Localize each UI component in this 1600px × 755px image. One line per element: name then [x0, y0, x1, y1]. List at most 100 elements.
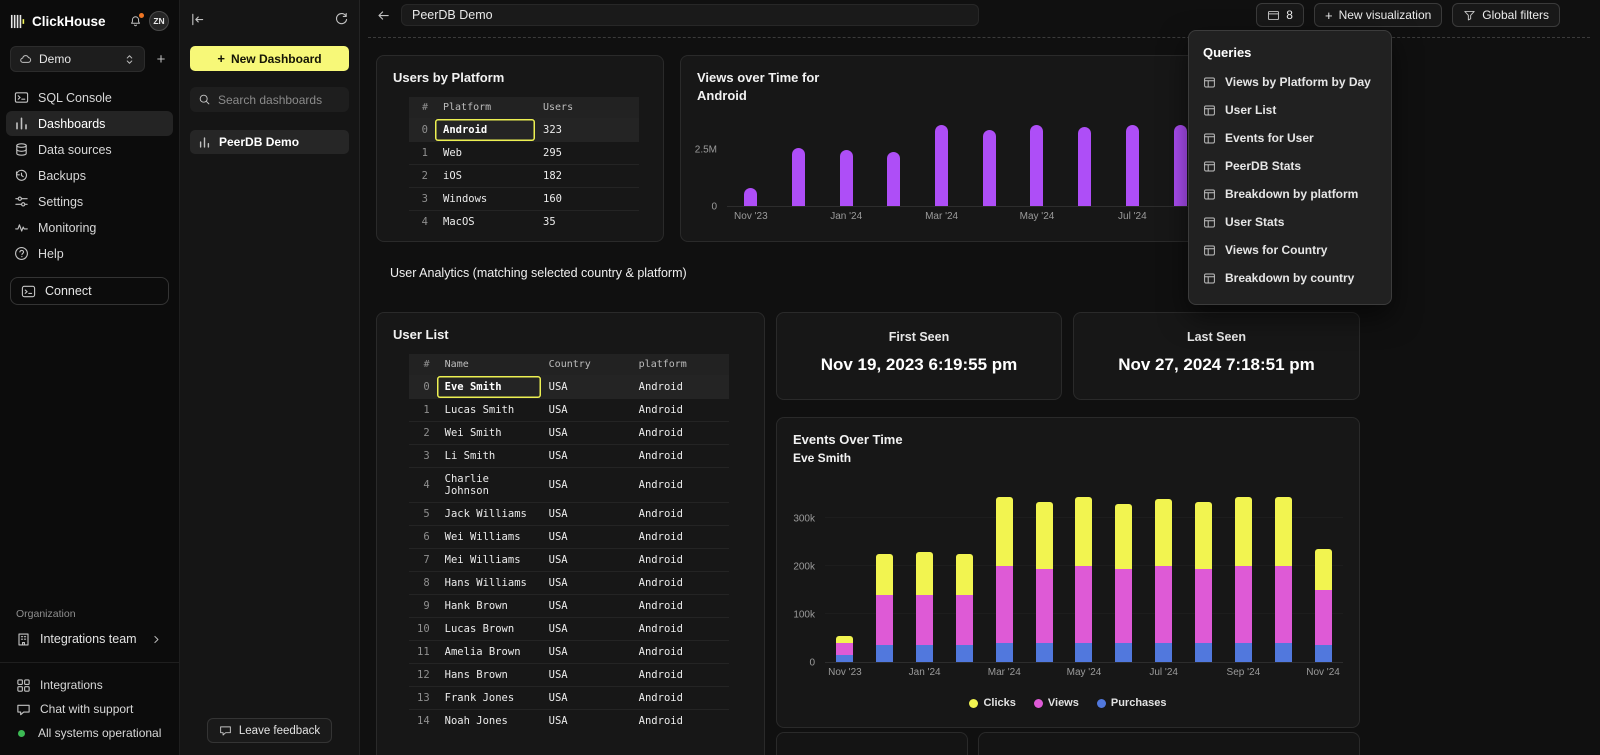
sidebar-item-help[interactable]: Help	[6, 241, 173, 266]
bar-segment-clicks[interactable]	[836, 636, 853, 643]
bar[interactable]	[956, 480, 973, 662]
collapse-panel-icon[interactable]	[190, 12, 205, 27]
new-visualization-button[interactable]: + New visualization	[1314, 3, 1442, 27]
bar-segment-views[interactable]	[1115, 569, 1132, 643]
sidebar-item-sql-console[interactable]: SQL Console	[6, 85, 173, 110]
legend-item[interactable]: Clicks	[969, 697, 1015, 709]
table-row[interactable]: 4MacOS35	[409, 211, 639, 234]
table-row[interactable]: 0Android323	[409, 119, 639, 142]
bar-segment-purchases[interactable]	[836, 655, 853, 662]
table-row[interactable]: 7Mei WilliamsUSAAndroid	[409, 549, 729, 572]
table-row[interactable]: 13Frank JonesUSAAndroid	[409, 687, 729, 710]
table-row[interactable]: 2Wei SmithUSAAndroid	[409, 422, 729, 445]
sidebar-item-settings[interactable]: Settings	[6, 189, 173, 214]
bar-segment-clicks[interactable]	[956, 554, 973, 595]
sidebar-item-backups[interactable]: Backups	[6, 163, 173, 188]
leave-feedback-button[interactable]: Leave feedback	[207, 718, 332, 743]
table-row[interactable]: 6Wei WilliamsUSAAndroid	[409, 526, 729, 549]
bar-segment-purchases[interactable]	[1075, 643, 1092, 662]
bar-segment-views[interactable]	[956, 595, 973, 645]
query-menu-item[interactable]: Events for User	[1189, 124, 1391, 152]
bar-segment-purchases[interactable]	[956, 645, 973, 662]
integrations-link[interactable]: Integrations	[6, 673, 173, 697]
search-input[interactable]	[218, 93, 341, 107]
bar[interactable]	[1195, 480, 1212, 662]
bar-segment-clicks[interactable]	[1275, 497, 1292, 566]
bar-segment-purchases[interactable]	[1275, 643, 1292, 662]
bar[interactable]	[983, 130, 996, 207]
query-menu-item[interactable]: User List	[1189, 96, 1391, 124]
bar[interactable]	[1174, 125, 1187, 206]
table-row[interactable]: 0Eve SmithUSAAndroid	[409, 376, 729, 399]
table-row[interactable]: 1Web295	[409, 142, 639, 165]
sidebar-item-monitoring[interactable]: Monitoring	[6, 215, 173, 240]
bar[interactable]	[1315, 480, 1332, 662]
bar[interactable]	[1075, 480, 1092, 662]
table-row[interactable]: 3Li SmithUSAAndroid	[409, 445, 729, 468]
bar[interactable]	[1036, 480, 1053, 662]
system-status[interactable]: All systems operational	[6, 721, 173, 745]
bar-segment-purchases[interactable]	[1155, 643, 1172, 662]
bar-segment-views[interactable]	[1275, 566, 1292, 643]
table-row[interactable]: 3Windows160	[409, 188, 639, 211]
bar-segment-clicks[interactable]	[1036, 502, 1053, 569]
legend-item[interactable]: Views	[1034, 697, 1079, 709]
query-menu-item[interactable]: User Stats	[1189, 208, 1391, 236]
table-row[interactable]: 4Charlie JohnsonUSAAndroid	[409, 468, 729, 503]
queries-count-button[interactable]: 8	[1256, 3, 1304, 27]
service-selector[interactable]: Demo	[10, 46, 145, 72]
add-service-button[interactable]: +	[153, 52, 169, 67]
organization-team[interactable]: Integrations team	[6, 626, 173, 652]
query-menu-item[interactable]: Breakdown by platform	[1189, 180, 1391, 208]
bar-segment-purchases[interactable]	[1235, 643, 1252, 662]
bar-segment-views[interactable]	[876, 595, 893, 645]
plot-area[interactable]: Nov '23Jan '24Mar '24May '24Jul '24Sep '…	[825, 480, 1343, 663]
table-row[interactable]: 14Noah JonesUSAAndroid	[409, 710, 729, 733]
bar[interactable]	[1115, 480, 1132, 662]
global-filters-button[interactable]: Global filters	[1452, 3, 1560, 27]
bar[interactable]	[935, 125, 948, 206]
bar-segment-clicks[interactable]	[1235, 497, 1252, 566]
bar[interactable]	[916, 480, 933, 662]
bar-segment-purchases[interactable]	[876, 645, 893, 662]
bar[interactable]	[1078, 127, 1091, 206]
bar-segment-views[interactable]	[1235, 566, 1252, 643]
bar-segment-purchases[interactable]	[916, 645, 933, 662]
bar[interactable]	[887, 152, 900, 206]
table-row[interactable]: 11Amelia BrownUSAAndroid	[409, 641, 729, 664]
bar-segment-views[interactable]	[1315, 590, 1332, 645]
bar-segment-views[interactable]	[1195, 569, 1212, 643]
dashboard-title-input[interactable]	[401, 4, 979, 26]
table-row[interactable]: 8Hans WilliamsUSAAndroid	[409, 572, 729, 595]
bar-segment-clicks[interactable]	[1155, 499, 1172, 566]
query-menu-item[interactable]: Views for Country	[1189, 236, 1391, 264]
bar[interactable]	[1155, 480, 1172, 662]
chat-support-link[interactable]: Chat with support	[6, 697, 173, 721]
query-menu-item[interactable]: Views by Platform by Day	[1189, 68, 1391, 96]
bar-segment-views[interactable]	[1075, 566, 1092, 643]
table-row[interactable]: 12Hans BrownUSAAndroid	[409, 664, 729, 687]
bar-segment-clicks[interactable]	[916, 552, 933, 595]
dashboard-list-item[interactable]: PeerDB Demo	[190, 130, 349, 154]
bar[interactable]	[840, 150, 853, 206]
new-dashboard-button[interactable]: + New Dashboard	[190, 46, 349, 71]
bar-segment-views[interactable]	[1036, 569, 1053, 643]
bar[interactable]	[1030, 125, 1043, 206]
bar[interactable]	[792, 148, 805, 207]
bar[interactable]	[876, 480, 893, 662]
bar-segment-purchases[interactable]	[1115, 643, 1132, 662]
sidebar-item-dashboards[interactable]: Dashboards	[6, 111, 173, 136]
bar-segment-clicks[interactable]	[876, 554, 893, 595]
connect-button[interactable]: Connect	[10, 277, 169, 305]
bar-segment-views[interactable]	[1155, 566, 1172, 643]
back-button[interactable]	[376, 8, 391, 23]
bar-segment-purchases[interactable]	[1036, 643, 1053, 662]
table-row[interactable]: 5Jack WilliamsUSAAndroid	[409, 503, 729, 526]
query-menu-item[interactable]: Breakdown by country	[1189, 264, 1391, 292]
query-menu-item[interactable]: PeerDB Stats	[1189, 152, 1391, 180]
bar-segment-views[interactable]	[916, 595, 933, 645]
bar-segment-views[interactable]	[996, 566, 1013, 643]
legend-item[interactable]: Purchases	[1097, 697, 1167, 709]
bar-segment-clicks[interactable]	[1075, 497, 1092, 566]
bar[interactable]	[1126, 125, 1139, 206]
